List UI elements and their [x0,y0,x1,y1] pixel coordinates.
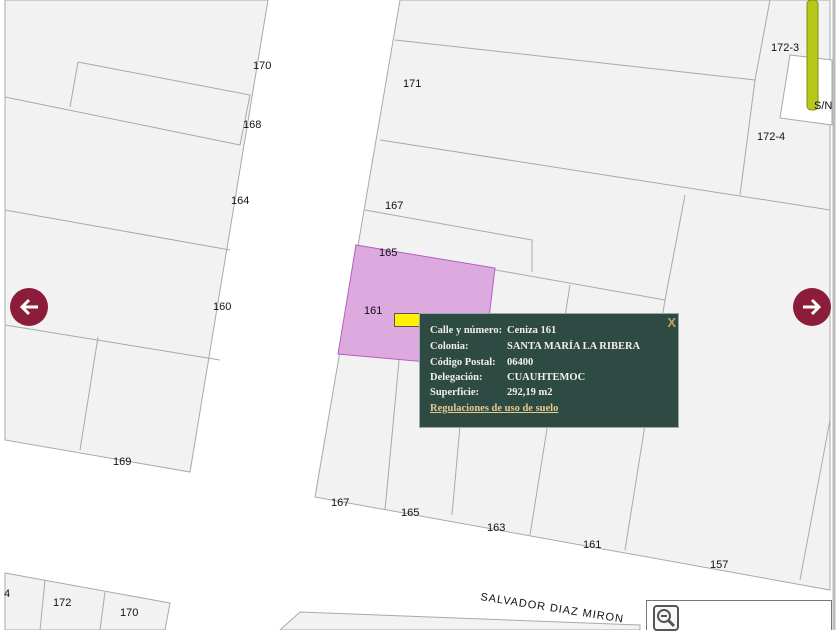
lot-label: 161 [583,539,601,551]
row-value: CUAUHTEMOC [507,372,586,383]
overview-map[interactable] [646,600,832,631]
lot-label: 172-4 [757,131,785,143]
lot-label: 167 [331,497,349,509]
parcel-info-popup: X Calle y número: Ceniza 161 Colonia: SANT… [419,313,679,428]
lot-label: 164 [231,195,249,207]
location-marker[interactable] [394,313,420,327]
info-row-superficie: Superficie: 292,19 m2 [430,387,553,398]
previous-button[interactable] [10,288,48,326]
yellow-pipe-marker [806,0,819,111]
lot-label: 169 [113,456,131,468]
lot-label: 170 [120,607,138,619]
arrow-right-icon [803,298,822,316]
lot-label: S/N [814,100,832,112]
lot-label: 160 [213,301,231,313]
row-label: Código Postal: [430,357,496,368]
info-row-postal-code: Código Postal: 06400 [430,357,533,368]
zoom-out-button[interactable] [653,605,679,631]
block-bottom-left [4,572,171,630]
lot-label: 167 [385,200,403,212]
row-value: SANTA MARÍA LA RIBERA [507,341,641,352]
lot-label: 171 [403,78,421,90]
row-label: Calle y número: [430,325,503,336]
lot-label: 4 [4,588,10,600]
lot-label: 161 [364,305,382,317]
lot-label: 157 [710,559,728,571]
arrow-left-icon [19,298,38,316]
land-use-regulations-link[interactable]: Regulaciones de uso de suelo [430,403,558,414]
lot-label: 170 [253,60,271,72]
lot-label: 165 [379,247,397,259]
row-value: 06400 [507,357,534,368]
lot-label: 168 [243,119,261,131]
block-left [4,0,269,473]
magnifier-minus-icon [657,609,676,628]
lot-label: 172-3 [771,42,799,54]
row-label: Delegación: [430,372,483,383]
info-row-colonia: Colonia: SANTA MARÍA LA RIBERA [430,341,640,352]
lot-label: 172 [53,597,71,609]
row-value: Ceniza 161 [507,325,557,336]
lot-label: 163 [487,522,505,534]
row-value: 292,19 m2 [507,387,553,398]
row-label: Superficie: [430,387,479,398]
info-row-address: Calle y número: Ceniza 161 [430,325,556,336]
lot-label: 165 [401,507,419,519]
next-button[interactable] [793,288,831,326]
close-popup-button[interactable]: X [667,315,676,330]
row-label: Colonia: [430,341,469,352]
info-row-delegacion: Delegación: CUAUHTEMOC [430,372,585,383]
